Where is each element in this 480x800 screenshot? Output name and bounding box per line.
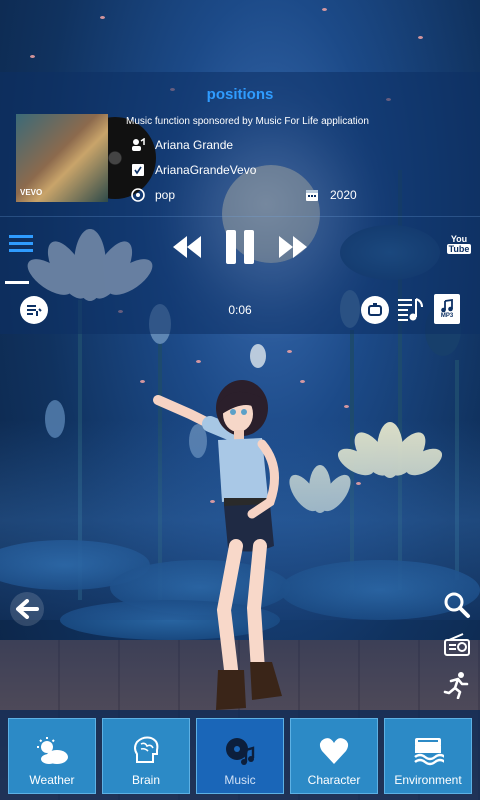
fast-forward-button[interactable] [276, 230, 310, 264]
channel-row: ArianaGrandeVevo [131, 163, 256, 177]
anime-character[interactable] [150, 378, 300, 718]
calendar-icon [305, 188, 319, 202]
weather-icon [35, 735, 69, 767]
fast-forward-icon [279, 236, 307, 258]
brain-icon [129, 735, 163, 767]
repeat-icon [368, 303, 382, 316]
lotus-bud [250, 344, 266, 368]
genre-icon [131, 188, 145, 202]
tab-indicator [5, 281, 29, 284]
nav-character-label: Character [307, 773, 361, 787]
mp3-file-button[interactable]: MP3 [434, 294, 460, 324]
mp3-label: MP3 [440, 313, 454, 319]
dance-button[interactable] [442, 670, 472, 700]
youtube-icon-bottom: Tube [446, 244, 472, 254]
nav-environment-button[interactable]: Environment [384, 718, 472, 794]
nav-brain-label: Brain [131, 773, 160, 787]
nav-music-button[interactable]: Music [196, 718, 284, 794]
year-row: 2020 [305, 188, 357, 202]
channel-icon [131, 163, 145, 177]
music-list-icon [398, 298, 423, 321]
music-disc-icon [223, 735, 257, 767]
album-cover[interactable]: VEVO [16, 114, 108, 202]
artist-row: Ariana Grande [131, 138, 233, 152]
radio-button[interactable] [442, 630, 472, 660]
menu-icon[interactable] [8, 232, 34, 256]
pause-icon [226, 230, 254, 264]
pause-button[interactable] [222, 228, 258, 266]
nav-character-button[interactable]: Character [290, 718, 378, 794]
genre-row: pop [131, 188, 175, 202]
music-note-icon [441, 299, 453, 313]
running-person-icon [443, 672, 469, 699]
artist-icon [131, 138, 145, 152]
rewind-button[interactable] [170, 230, 204, 264]
arrow-left-icon [16, 599, 39, 619]
song-title: positions [206, 86, 274, 103]
nav-brain-button[interactable]: Brain [102, 718, 190, 794]
back-button[interactable] [10, 592, 44, 626]
repeat-button[interactable] [361, 296, 389, 324]
rewind-icon [173, 236, 201, 258]
environment-icon [411, 735, 445, 767]
radio-icon [444, 633, 470, 656]
heart-icon [317, 735, 351, 767]
nav-weather-label: Weather [29, 773, 75, 787]
nav-weather-button[interactable]: Weather [8, 718, 96, 794]
genre-text: pop [155, 188, 176, 202]
sponsor-text: Music function sponsored by Music For Li… [126, 116, 369, 127]
nav-environment-label: Environment [394, 773, 462, 787]
album-label: VEVO [20, 188, 43, 197]
equalizer-button[interactable] [395, 294, 425, 324]
search-button[interactable] [442, 590, 472, 620]
year-text: 2020 [330, 188, 357, 202]
bottom-navigation: Weather Brain Music Character Environmen… [0, 710, 480, 800]
nav-music-label: Music [224, 773, 256, 787]
youtube-icon-top: You [450, 234, 468, 244]
search-icon [444, 592, 470, 618]
artist-name: Ariana Grande [155, 138, 234, 152]
channel-name: ArianaGrandeVevo [155, 163, 257, 177]
youtube-button[interactable]: You Tube [445, 230, 473, 258]
